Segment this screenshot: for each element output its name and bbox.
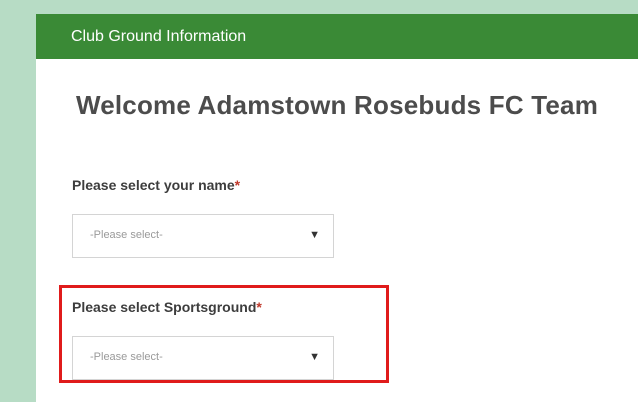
page-top-strip bbox=[0, 0, 638, 14]
name-field-label: Please select your name* bbox=[72, 177, 240, 193]
chevron-down-icon[interactable]: ▼ bbox=[309, 229, 320, 241]
highlight-annotation-box bbox=[59, 285, 389, 383]
required-asterisk: * bbox=[234, 177, 241, 193]
form-header: Club Ground Information bbox=[36, 14, 638, 59]
name-select[interactable]: -Please select- ▼ bbox=[72, 214, 334, 258]
name-field-label-text: Please select your name bbox=[72, 177, 235, 193]
form-header-title: Club Ground Information bbox=[71, 28, 247, 45]
welcome-heading: Welcome Adamstown Rosebuds FC Team bbox=[75, 90, 599, 120]
name-select-placeholder: -Please select- bbox=[90, 229, 163, 241]
page-background-strip bbox=[0, 0, 36, 402]
